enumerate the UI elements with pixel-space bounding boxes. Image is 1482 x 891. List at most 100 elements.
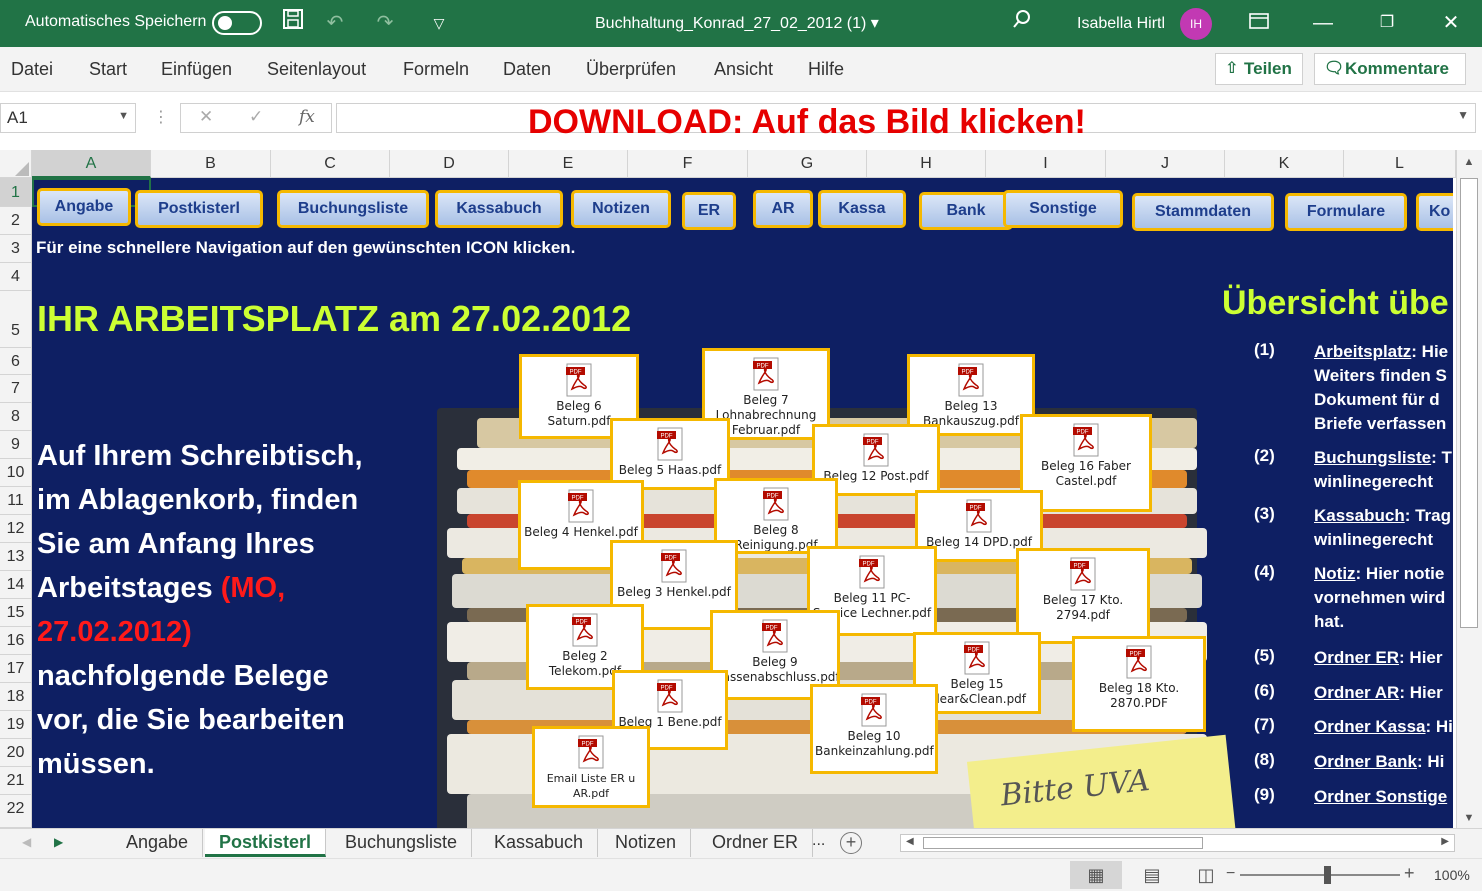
page-layout-icon[interactable]: ▤ [1126, 861, 1178, 889]
tab-postkisterl[interactable]: Postkisterl [205, 829, 327, 857]
column-header-g[interactable]: G [748, 150, 867, 178]
column-header-i[interactable]: I [986, 150, 1106, 178]
row-header[interactable]: 18 [0, 683, 31, 711]
row-header[interactable]: 20 [0, 739, 31, 767]
search-icon[interactable] [1007, 8, 1037, 38]
insert-function-icon[interactable]: fx [299, 107, 315, 127]
column-header-d[interactable]: D [390, 150, 509, 178]
row-header[interactable]: 16 [0, 627, 31, 655]
more-tabs-button[interactable]: ... [812, 832, 825, 850]
zoom-in-icon[interactable]: + [1404, 863, 1415, 884]
menu-formeln[interactable]: Formeln [403, 59, 469, 80]
overview-link[interactable]: Ordner Sonstige [1314, 787, 1447, 806]
overview-link[interactable]: Kassabuch [1314, 506, 1405, 525]
menu-ueberpruefen[interactable]: Überprüfen [586, 59, 676, 80]
page-break-icon[interactable]: ◫ [1180, 861, 1232, 889]
column-header-b[interactable]: B [151, 150, 271, 178]
pdf-file-beleg-18[interactable]: PDF Beleg 18 Kto. 2870.PDF [1072, 636, 1206, 732]
close-icon[interactable]: ✕ [1436, 8, 1466, 38]
row-header[interactable]: 15 [0, 599, 31, 627]
save-icon[interactable] [278, 8, 308, 38]
document-title[interactable]: Buchhaltung_Konrad_27_02_2012 (1) ▾ [595, 13, 879, 33]
column-header-e[interactable]: E [509, 150, 628, 178]
row-header[interactable]: 21 [0, 767, 31, 795]
nav-button-postkisterl[interactable]: Postkisterl [135, 190, 263, 228]
restore-icon[interactable]: ❐ [1372, 8, 1402, 38]
nav-button-kassabuch[interactable]: Kassabuch [435, 190, 563, 228]
zoom-slider-thumb[interactable] [1324, 866, 1331, 884]
nav-button-notizen[interactable]: Notizen [571, 190, 671, 228]
ribbon-display-icon[interactable] [1244, 8, 1274, 38]
nav-button-buchungsliste[interactable]: Buchungsliste [277, 190, 429, 228]
nav-button-er[interactable]: ER [682, 192, 736, 230]
zoom-slider[interactable] [1240, 874, 1400, 876]
comments-button[interactable]: 🗨 Kommentare [1314, 53, 1466, 85]
nav-button-ko[interactable]: Ko [1416, 193, 1453, 231]
row-header[interactable]: 10 [0, 459, 31, 487]
scroll-right-icon[interactable]: ▶ [1441, 836, 1449, 847]
overview-link[interactable]: Ordner Bank [1314, 752, 1417, 771]
horizontal-scrollbar[interactable]: ◀ ▶ [900, 834, 1455, 852]
menu-start[interactable]: Start [89, 59, 127, 80]
row-header[interactable]: 3 [0, 235, 31, 263]
enter-icon[interactable]: ✓ [249, 107, 263, 127]
user-name[interactable]: Isabella Hirtl [1077, 15, 1165, 33]
normal-view-icon[interactable]: ▦ [1070, 861, 1122, 889]
nav-button-angabe[interactable]: Angabe [37, 188, 131, 226]
scroll-left-icon[interactable]: ◀ [906, 836, 914, 847]
redo-icon[interactable]: ↷ [370, 8, 400, 38]
overview-link[interactable]: Ordner AR [1314, 683, 1399, 702]
nav-button-bank[interactable]: Bank [919, 192, 1013, 230]
overview-link[interactable]: Notiz [1314, 564, 1356, 583]
share-button[interactable]: ⇧ Teilen [1215, 53, 1303, 85]
scrollbar-thumb[interactable] [923, 837, 1203, 849]
row-header[interactable]: 2 [0, 207, 31, 235]
column-header-a[interactable]: A [32, 150, 151, 178]
row-header[interactable]: 4 [0, 263, 31, 291]
autosave-toggle[interactable] [212, 11, 262, 35]
column-header-k[interactable]: K [1225, 150, 1344, 178]
nav-button-ar[interactable]: AR [753, 190, 813, 228]
row-header[interactable]: 22 [0, 795, 31, 828]
menu-daten[interactable]: Daten [503, 59, 551, 80]
overview-link[interactable]: Arbeitsplatz [1314, 342, 1411, 361]
row-header[interactable]: 11 [0, 487, 31, 515]
row-header[interactable]: 6 [0, 348, 31, 375]
expand-formula-icon[interactable]: ▼ [1457, 108, 1469, 122]
row-header[interactable]: 8 [0, 403, 31, 431]
undo-icon[interactable]: ↶ [320, 8, 350, 38]
zoom-level[interactable]: 100% [1434, 867, 1470, 883]
nav-button-stammdaten[interactable]: Stammdaten [1132, 193, 1274, 231]
pdf-file-beleg-10[interactable]: PDF Beleg 10 Bankeinzahlung.pdf [810, 684, 938, 774]
add-sheet-icon[interactable]: + [840, 832, 862, 854]
tab-angabe[interactable]: Angabe [112, 829, 204, 857]
vertical-scrollbar[interactable]: ▲ ▼ [1456, 150, 1482, 828]
menu-datei[interactable]: Datei [11, 59, 53, 80]
menu-hilfe[interactable]: Hilfe [808, 59, 844, 80]
row-header[interactable]: 5 [0, 291, 31, 348]
tab-notizen[interactable]: Notizen [601, 829, 692, 857]
row-header[interactable]: 19 [0, 711, 31, 739]
select-all-corner[interactable] [0, 150, 32, 178]
menu-seitenlayout[interactable]: Seitenlayout [267, 59, 366, 80]
pdf-file-email-liste[interactable]: PDF Email Liste ER u AR.pdf [532, 726, 650, 808]
zoom-out-icon[interactable]: − [1226, 865, 1235, 883]
overview-link[interactable]: Buchungsliste [1314, 448, 1431, 467]
cancel-icon[interactable]: ✕ [199, 107, 213, 127]
customize-toolbar-icon[interactable]: ▽ [424, 8, 454, 38]
nav-button-sonstige[interactable]: Sonstige [1003, 190, 1123, 228]
minimize-icon[interactable]: — [1308, 8, 1338, 38]
row-header[interactable]: 12 [0, 515, 31, 543]
row-header[interactable]: 9 [0, 431, 31, 459]
tab-kassabuch[interactable]: Kassabuch [480, 829, 599, 857]
column-header-j[interactable]: J [1106, 150, 1225, 178]
avatar[interactable]: IH [1180, 8, 1212, 40]
tab-scroll-right-icon[interactable]: ▶ [54, 835, 63, 849]
nav-button-formulare[interactable]: Formulare [1285, 193, 1407, 231]
tab-buchungsliste[interactable]: Buchungsliste [331, 829, 473, 857]
tab-ordner-er[interactable]: Ordner ER [698, 829, 814, 857]
row-header[interactable]: 7 [0, 375, 31, 403]
row-header[interactable]: 13 [0, 543, 31, 571]
name-box[interactable]: A1 ▼ [0, 103, 136, 133]
menu-ansicht[interactable]: Ansicht [714, 59, 773, 80]
